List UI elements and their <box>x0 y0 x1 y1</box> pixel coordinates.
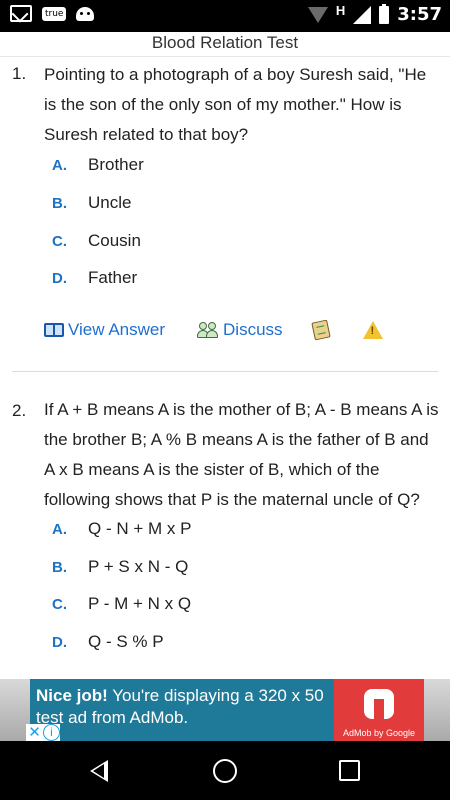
option-letter: A. <box>52 156 67 174</box>
ad-choices[interactable]: ✕ i <box>26 724 60 741</box>
view-answer-label: View Answer <box>68 320 166 339</box>
option-letter: B. <box>52 558 67 576</box>
status-time: 3:57 <box>397 4 442 25</box>
option-letter: C. <box>52 595 67 613</box>
ad-banner[interactable]: Nice job! You're displaying a 320 x 50 t… <box>0 679 450 741</box>
system-navigation-bar <box>0 741 450 800</box>
option-text: Brother <box>88 155 144 174</box>
option-letter: C. <box>52 232 67 250</box>
back-icon[interactable] <box>90 760 108 782</box>
warning-icon <box>362 321 383 339</box>
option-letter: A. <box>52 520 67 538</box>
option-text: Uncle <box>88 193 132 212</box>
report-button[interactable] <box>362 321 383 339</box>
ad-message: Nice job! You're displaying a 320 x 50 t… <box>36 685 336 729</box>
question-text: If A + B means A is the mother of B; A -… <box>44 400 439 509</box>
discuss-button[interactable]: Discuss <box>197 320 283 340</box>
workspace-button[interactable] <box>310 319 331 341</box>
view-answer-button[interactable]: View Answer <box>44 320 165 340</box>
question-text: Pointing to a photograph of a boy Suresh… <box>44 65 427 144</box>
ad-headline: Nice job! <box>36 686 108 705</box>
option-d[interactable]: D. Father <box>52 263 137 293</box>
question-actions: View Answer Discuss <box>44 318 383 342</box>
option-a[interactable]: A. Q - N + M x P <box>52 514 191 544</box>
status-bar-system: H 3:57 <box>307 3 442 25</box>
option-letter: D. <box>52 633 67 651</box>
signal-icon <box>353 5 372 24</box>
status-bar-notifications: true <box>10 5 95 22</box>
gmail-icon <box>10 5 32 22</box>
book-icon <box>44 323 64 337</box>
option-letter: D. <box>52 269 67 287</box>
home-icon[interactable] <box>213 759 237 783</box>
option-text: Q - S % P <box>88 632 164 651</box>
option-text: P + S x N - Q <box>88 557 189 576</box>
option-b[interactable]: B. P + S x N - Q <box>52 552 188 582</box>
page-title: Blood Relation Test <box>151 33 299 52</box>
android-icon <box>76 6 95 21</box>
close-icon[interactable]: ✕ <box>26 724 43 741</box>
wifi-icon <box>307 6 328 23</box>
option-d[interactable]: D. Q - S % P <box>52 627 164 657</box>
status-bar: true H 3:57 <box>0 0 450 32</box>
info-icon[interactable]: i <box>43 724 60 741</box>
option-a[interactable]: A. Brother <box>52 150 144 180</box>
users-icon <box>197 321 219 339</box>
option-text: P - M + N x Q <box>88 594 192 613</box>
option-text: Father <box>88 268 138 287</box>
option-text: Q - N + M x P <box>88 519 192 538</box>
option-text: Cousin <box>88 231 141 250</box>
battery-icon <box>379 3 390 24</box>
ad-statue-image <box>420 679 450 741</box>
ad-brand: AdMob by Google <box>342 728 416 738</box>
admob-logo-icon <box>364 689 394 719</box>
network-type-label: H <box>335 3 346 18</box>
admob-logo-box: AdMob by Google <box>334 679 424 741</box>
true-app-icon: true <box>42 6 67 21</box>
question-divider <box>12 371 438 372</box>
option-letter: B. <box>52 194 67 212</box>
option-c[interactable]: C. P - M + N x Q <box>52 589 191 619</box>
option-b[interactable]: B. Uncle <box>52 188 131 218</box>
recents-icon[interactable] <box>339 760 360 781</box>
notebook-icon <box>310 319 331 341</box>
title-divider <box>0 56 450 57</box>
option-c[interactable]: C. Cousin <box>52 226 141 256</box>
discuss-label: Discuss <box>223 320 283 339</box>
question-number: 1. <box>12 64 27 83</box>
question-number: 2. <box>12 401 27 420</box>
